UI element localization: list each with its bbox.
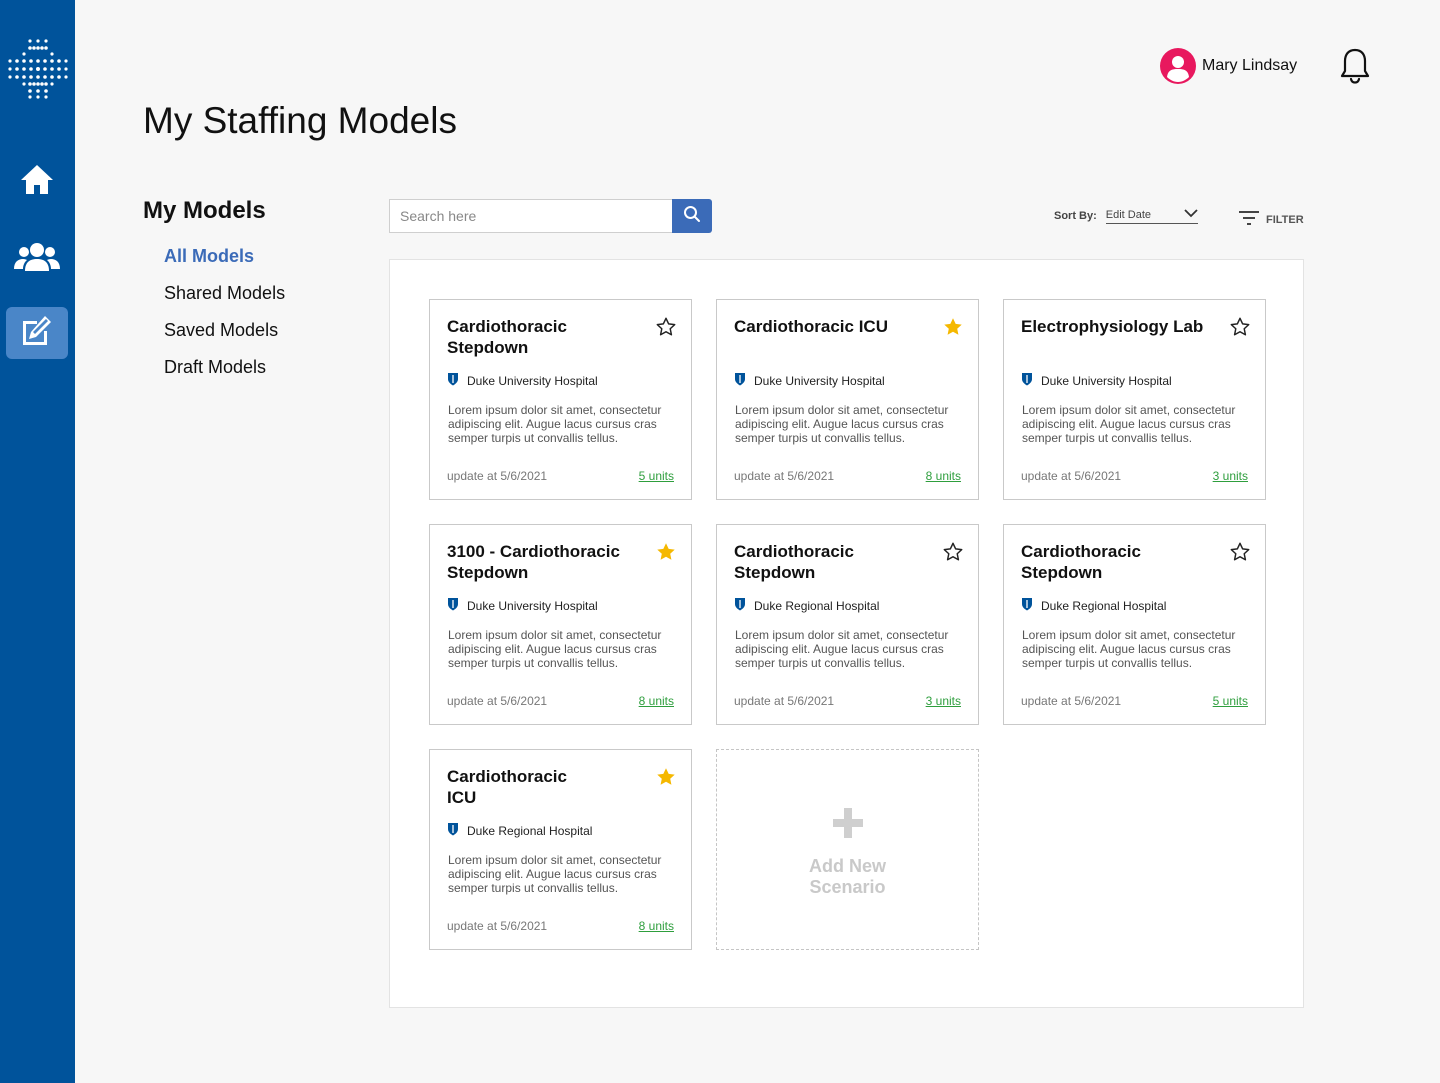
hospital-name: Duke University Hospital: [467, 598, 598, 613]
model-card[interactable]: Electrophysiology Lab Duke University Ho…: [1003, 299, 1266, 500]
card-title: Cardiothoracic ICU: [447, 767, 567, 807]
models-nav: All Models Shared Models Saved Models Dr…: [164, 245, 285, 393]
card-updated: update at 5/6/2021: [734, 469, 835, 483]
card-title: 3100 - Cardiothoracic Stepdown: [447, 542, 620, 582]
nav-all-models[interactable]: All Models: [164, 245, 285, 282]
logo-icon: [7, 38, 69, 100]
card-hospital: Duke Regional Hospital: [447, 822, 592, 839]
edit-icon: [19, 313, 55, 354]
home-icon: [19, 161, 55, 202]
card-updated: update at 5/6/2021: [447, 694, 548, 708]
card-updated: update at 5/6/2021: [734, 694, 835, 708]
nav-shared-models[interactable]: Shared Models: [164, 282, 285, 319]
sort-control: Sort By: Edit Date: [1054, 208, 1198, 224]
star-outline-icon[interactable]: [1229, 541, 1251, 568]
hospital-name: Duke Regional Hospital: [467, 823, 593, 838]
card-hospital: Duke University Hospital: [447, 372, 598, 389]
shield-icon: [447, 597, 459, 614]
card-title: Cardiothoracic Stepdown: [1021, 542, 1141, 582]
shield-icon: [734, 372, 746, 389]
filter-label: FILTER: [1266, 213, 1304, 226]
models-section-title: My Models: [143, 197, 266, 224]
card-title: Cardiothoracic ICU: [734, 317, 888, 336]
nav-saved-models[interactable]: Saved Models: [164, 319, 285, 356]
sort-label: Sort By:: [1054, 210, 1097, 222]
users-icon: [13, 239, 61, 280]
notifications-bell-icon[interactable]: [1339, 47, 1371, 90]
card-description: Lorem ipsum dolor sit amet, consectetur …: [448, 628, 662, 670]
card-units-link[interactable]: 8 units: [639, 919, 674, 933]
sidebar-item-models[interactable]: [6, 307, 68, 359]
card-updated: update at 5/6/2021: [447, 919, 548, 933]
star-outline-icon[interactable]: [1229, 316, 1251, 343]
card-units-link[interactable]: 5 units: [639, 469, 674, 483]
shield-icon: [1021, 597, 1033, 614]
search-button[interactable]: [672, 199, 712, 233]
card-description: Lorem ipsum dolor sit amet, consectetur …: [448, 853, 662, 895]
card-title: Cardiothoracic Stepdown: [447, 317, 567, 357]
chevron-down-icon: [1184, 208, 1198, 221]
user-name: Mary Lindsay: [1202, 57, 1298, 74]
card-updated: update at 5/6/2021: [447, 469, 548, 483]
model-card[interactable]: Cardiothoracic ICU Duke Regional Hospita…: [429, 749, 692, 950]
star-outline-icon[interactable]: [942, 541, 964, 568]
hospital-name: Duke University Hospital: [467, 373, 598, 388]
add-new-scenario-button[interactable]: Add New Scenario: [716, 749, 979, 950]
hospital-name: Duke Regional Hospital: [754, 598, 880, 613]
page-title: My Staffing Models: [143, 100, 457, 141]
card-description: Lorem ipsum dolor sit amet, consectetur …: [448, 403, 662, 445]
sort-value: Edit Date: [1105, 208, 1152, 221]
card-title: Cardiothoracic Stepdown: [734, 542, 854, 582]
card-hospital: Duke Regional Hospital: [1021, 597, 1166, 614]
plus-icon: [832, 807, 864, 844]
add-new-label: Add New Scenario: [808, 856, 886, 897]
shield-icon: [1021, 372, 1033, 389]
card-description: Lorem ipsum dolor sit amet, consectetur …: [1022, 403, 1236, 445]
card-updated: update at 5/6/2021: [1021, 469, 1122, 483]
card-hospital: Duke University Hospital: [1021, 372, 1172, 389]
sidebar-item-team[interactable]: [6, 233, 68, 285]
nav-draft-models[interactable]: Draft Models: [164, 356, 285, 393]
star-filled-icon[interactable]: [655, 766, 677, 793]
model-card[interactable]: Cardiothoracic Stepdown Duke Regional Ho…: [716, 524, 979, 725]
model-card[interactable]: Cardiothoracic Stepdown Duke Regional Ho…: [1003, 524, 1266, 725]
filter-button[interactable]: FILTER: [1238, 210, 1304, 229]
card-hospital: Duke Regional Hospital: [734, 597, 879, 614]
hospital-name: Duke University Hospital: [754, 373, 885, 388]
shield-icon: [734, 597, 746, 614]
hospital-name: Duke Regional Hospital: [1041, 598, 1167, 613]
card-description: Lorem ipsum dolor sit amet, consectetur …: [735, 403, 949, 445]
card-updated: update at 5/6/2021: [1021, 694, 1122, 708]
models-panel: Cardiothoracic Stepdown Duke University …: [389, 259, 1304, 1008]
card-hospital: Duke University Hospital: [734, 372, 885, 389]
hospital-name: Duke University Hospital: [1041, 373, 1172, 388]
card-description: Lorem ipsum dolor sit amet, consectetur …: [1022, 628, 1236, 670]
card-description: Lorem ipsum dolor sit amet, consectetur …: [735, 628, 949, 670]
search-icon: [683, 205, 701, 228]
search-bar: [389, 199, 712, 233]
card-units-link[interactable]: 3 units: [926, 694, 961, 708]
search-input[interactable]: [389, 199, 672, 233]
model-card[interactable]: Cardiothoracic ICU Duke University Hospi…: [716, 299, 979, 500]
card-title: Electrophysiology Lab: [1021, 317, 1204, 336]
sidebar-item-home[interactable]: [6, 155, 68, 207]
star-outline-icon[interactable]: [655, 316, 677, 343]
model-card[interactable]: 3100 - Cardiothoracic Stepdown Duke Univ…: [429, 524, 692, 725]
card-units-link[interactable]: 5 units: [1213, 694, 1248, 708]
card-units-link[interactable]: 8 units: [639, 694, 674, 708]
avatar: [1160, 48, 1196, 84]
user-menu[interactable]: Mary Lindsay: [1160, 48, 1297, 84]
card-hospital: Duke University Hospital: [447, 597, 598, 614]
model-card[interactable]: Cardiothoracic Stepdown Duke University …: [429, 299, 692, 500]
star-filled-icon[interactable]: [942, 316, 964, 343]
filter-icon: [1238, 210, 1260, 229]
star-filled-icon[interactable]: [655, 541, 677, 568]
card-units-link[interactable]: 8 units: [926, 469, 961, 483]
card-units-link[interactable]: 3 units: [1213, 469, 1248, 483]
sort-select[interactable]: Edit Date: [1105, 208, 1198, 224]
sidebar: [0, 0, 75, 1083]
shield-icon: [447, 372, 459, 389]
shield-icon: [447, 822, 459, 839]
